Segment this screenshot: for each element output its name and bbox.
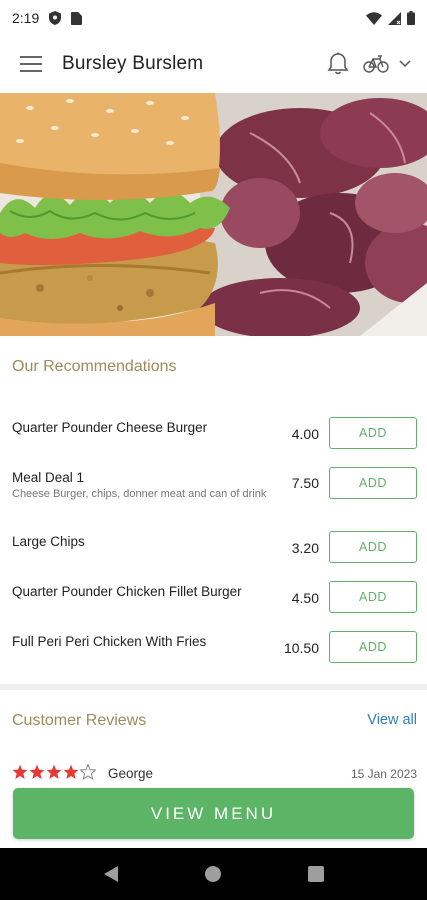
bell-icon[interactable] [327,52,349,76]
shield-icon [49,11,62,25]
add-button[interactable]: ADD [329,581,417,613]
item-price: 3.20 [291,540,319,556]
list-item: Quarter Pounder Cheese Burger 4.00 ADD [0,412,427,454]
item-price: 10.50 [283,640,319,656]
item-name: Full Peri Peri Chicken With Fries [12,634,207,649]
battery-icon [407,11,415,25]
section-divider [0,684,427,690]
home-icon[interactable] [193,854,233,894]
review-date: 15 Jan 2023 [350,767,417,781]
item-price: 4.50 [291,590,319,606]
star-filled-icon [12,764,28,779]
star-filled-icon [63,764,79,779]
reviewer-name: George [108,766,154,781]
item-name: Quarter Pounder Chicken Fillet Burger [12,584,242,599]
add-button[interactable]: ADD [329,531,417,563]
add-button[interactable]: ADD [329,467,417,499]
list-item: Meal Deal 1 Cheese Burger, chips, donner… [0,462,427,522]
item-price: 7.50 [291,475,319,491]
reviews-title: Customer Reviews [12,712,147,729]
list-item: Full Peri Peri Chicken With Fries 10.50 … [0,626,427,668]
view-menu-button[interactable]: VIEW MENU [13,788,414,839]
star-filled-icon [29,764,45,779]
bicycle-icon [363,54,389,74]
recents-icon[interactable] [296,854,336,894]
chevron-down-icon [399,60,411,68]
hamburger-menu-icon[interactable] [16,49,46,79]
star-empty-icon [80,764,96,780]
back-icon[interactable] [91,854,131,894]
item-name: Large Chips [12,534,85,549]
add-button[interactable]: ADD [329,417,417,449]
star-rating [12,764,96,780]
item-name: Quarter Pounder Cheese Burger [12,420,208,435]
burger-and-purple-crisps-photo [0,93,427,336]
star-filled-icon [46,764,62,779]
hero-image [0,93,427,336]
status-time: 2:19 [12,10,40,26]
list-item: Large Chips 3.20 ADD [0,526,427,568]
app-bar: Bursley Burslem [0,36,427,92]
add-button[interactable]: ADD [329,631,417,663]
signal-icon [388,11,401,25]
review-item: George 15 Jan 2023 [12,762,417,784]
sim-card-icon [71,11,83,25]
item-name: Meal Deal 1 [12,470,85,485]
wifi-icon [366,11,382,25]
page-title: Bursley Burslem [62,53,204,74]
navigation-bar [0,848,427,900]
view-all-link[interactable]: View all [367,712,417,728]
item-description: Cheese Burger, chips, donner meat and ca… [12,488,267,500]
recommendations-title: Our Recommendations [12,358,177,375]
delivery-mode-selector[interactable] [363,54,411,74]
list-item: Quarter Pounder Chicken Fillet Burger 4.… [0,576,427,618]
item-price: 4.00 [291,426,319,442]
status-bar: 2:19 [0,0,427,36]
